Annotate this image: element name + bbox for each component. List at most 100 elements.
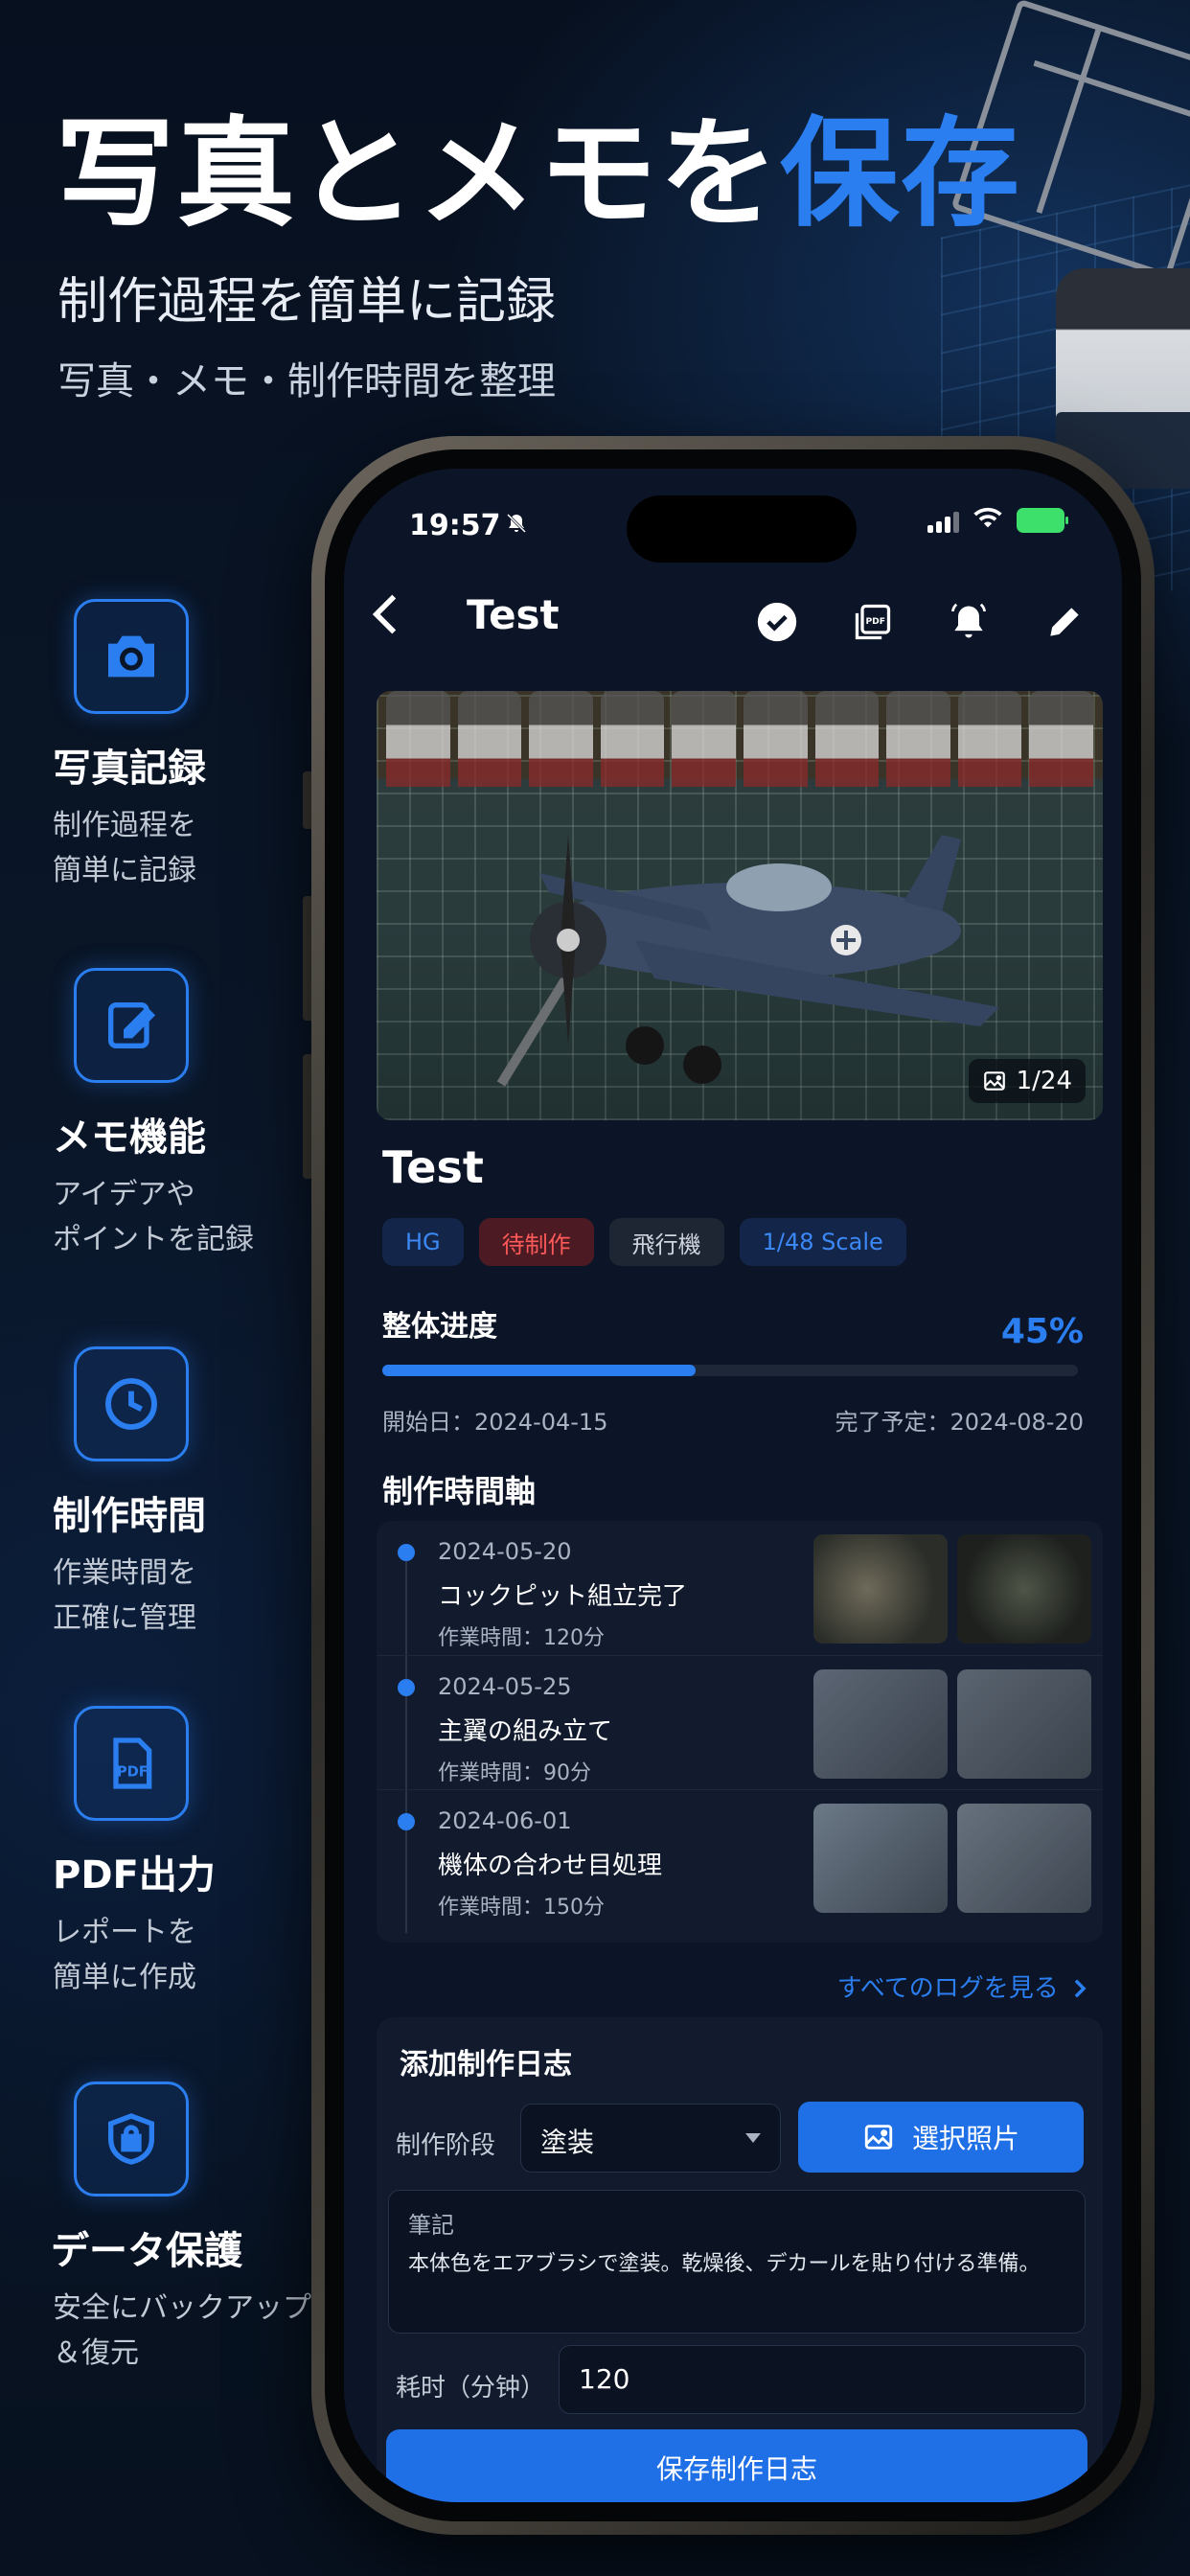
timeline-date: 2024-05-25 xyxy=(438,1673,572,1700)
feature-title: 写真記録 xyxy=(53,747,206,791)
timeline-thumbnail[interactable] xyxy=(813,1534,948,1644)
timeline-thumbnail[interactable] xyxy=(813,1804,948,1913)
dropdown-caret-icon xyxy=(745,2133,761,2143)
progress-label: 整体进度 xyxy=(382,1310,497,1344)
phone-bezel: 19:57 Test PDF 1/24 Test HG 待制作 飛行機 1/48… xyxy=(325,449,1141,2521)
feature-title: 制作時間 xyxy=(53,1494,206,1538)
stage-select-value: 塗装 xyxy=(540,2127,595,2158)
progress-percent: 45% xyxy=(1000,1312,1084,1351)
select-photo-label: 選択照片 xyxy=(911,2123,1019,2154)
silent-bell-icon xyxy=(505,511,528,542)
bell-reminder-icon[interactable] xyxy=(940,593,997,651)
chevron-right-icon xyxy=(1074,1979,1087,1998)
start-date: 開始日：2024-04-15 xyxy=(382,1409,608,1436)
timeline-dot xyxy=(398,1679,415,1696)
due-date: 完了予定：2024-08-20 xyxy=(835,1409,1084,1436)
feature-desc: アイデアや ポイントを記録 xyxy=(53,1178,254,1256)
stage-label: 制作阶段 xyxy=(396,2131,496,2160)
feature-title: PDF出力 xyxy=(53,1853,216,1898)
tag-status: 待制作 xyxy=(478,1218,594,1266)
timeline-thumbnail[interactable] xyxy=(957,1804,1091,1913)
feature-pdf: PDF PDF出力 レポートを 簡単に作成 xyxy=(53,1706,302,2000)
timeline-duration: 作業時間：90分 xyxy=(438,1761,591,1785)
feature-photo: 写真記録 制作過程を 簡単に記録 xyxy=(53,599,302,893)
feature-title: データ保護 xyxy=(51,2229,242,2273)
timeline-step: 機体の合わせ目処理 xyxy=(438,1852,663,1880)
timeline-step: 主翼の組み立て xyxy=(438,1717,613,1746)
timeline-thumbnail[interactable] xyxy=(957,1534,1091,1644)
hero-subtitle-secondary: 写真・メモ・制作時間を整理 xyxy=(57,359,556,403)
pencil-edit-icon[interactable] xyxy=(1036,593,1093,651)
feature-title: メモ機能 xyxy=(53,1116,206,1160)
photo-counter-text: 1/24 xyxy=(1016,1067,1072,1095)
photo-counter: 1/24 xyxy=(968,1059,1086,1103)
cellular-signal-icon xyxy=(927,508,959,533)
timeline-dot xyxy=(398,1813,415,1830)
feature-desc: レポートを 簡単に作成 xyxy=(53,1916,196,1994)
back-chevron-icon[interactable] xyxy=(371,591,400,649)
nav-bar: Test PDF xyxy=(344,564,1122,670)
feature-memo: メモ機能 アイデアや ポイントを記録 xyxy=(53,968,302,1262)
stage-select[interactable]: 塗装 xyxy=(520,2104,781,2173)
timeline-entry[interactable]: 2024-06-01 機体の合わせ目処理 作業時間：150分 xyxy=(377,1789,1103,1923)
timeline-entry[interactable]: 2024-05-25 主翼の組み立て 作業時間：90分 xyxy=(377,1655,1103,1789)
timeline-duration: 作業時間：150分 xyxy=(438,1896,605,1920)
note-textarea[interactable]: 筆記 本体色をエアブラシで塗装。乾燥後、デカールを貼り付ける準備。 xyxy=(388,2190,1086,2334)
select-photo-button[interactable]: 選択照片 xyxy=(798,2102,1084,2173)
see-all-logs-label: すべてのログを見る xyxy=(836,1974,1059,2003)
image-icon xyxy=(864,2125,893,2150)
feature-desc: 制作過程を 簡単に記録 xyxy=(53,809,196,887)
kit-title: Test xyxy=(382,1141,484,1193)
timeline-step: コックピット組立完了 xyxy=(438,1582,688,1611)
wifi-icon xyxy=(973,507,1003,534)
image-icon xyxy=(983,1071,1005,1091)
duration-label: 耗时（分钟） xyxy=(396,2374,546,2403)
form-title: 添加制作日志 xyxy=(400,2048,572,2082)
app-screen: 19:57 Test PDF 1/24 Test HG 待制作 飛行機 1/48… xyxy=(344,469,1122,2502)
feature-time: 制作時間 作業時間を 正確に管理 xyxy=(53,1346,302,1641)
tag-grade: HG xyxy=(382,1218,464,1266)
pdf-export-icon[interactable]: PDF xyxy=(844,593,902,651)
shield-lock-icon xyxy=(74,2082,189,2196)
check-circle-icon[interactable] xyxy=(748,593,806,651)
timeline-duration: 作業時間：120分 xyxy=(438,1626,605,1650)
timeline-thumbnail[interactable] xyxy=(957,1669,1091,1779)
dynamic-island xyxy=(627,495,857,563)
nav-actions: PDF xyxy=(748,593,1093,651)
see-all-logs-link[interactable]: すべてのログを見る xyxy=(837,1968,1087,2004)
hero-title-accent: 保存 xyxy=(780,105,1022,243)
feature-desc: 作業時間を 正確に管理 xyxy=(53,1556,196,1635)
battery-charging-icon xyxy=(1017,508,1068,533)
hero-title-main: 写真とメモを xyxy=(56,105,781,243)
camera-icon xyxy=(74,599,189,714)
duration-input[interactable]: 120 xyxy=(559,2345,1086,2414)
timeline-title: 制作時間軸 xyxy=(382,1473,537,1509)
progress-bar xyxy=(382,1365,1078,1376)
timeline-thumbnails xyxy=(813,1669,1091,1779)
status-indicators xyxy=(927,507,1068,534)
nav-title: Test xyxy=(467,591,560,638)
timeline-thumbnail[interactable] xyxy=(813,1669,948,1779)
timeline-dot xyxy=(398,1544,415,1561)
progress-bar-fill xyxy=(382,1365,696,1376)
hero-title: 写真とメモを保存 xyxy=(56,115,1021,234)
kit-tags: HG 待制作 飛行機 1/48 Scale xyxy=(382,1218,906,1266)
timeline-thumbnails xyxy=(813,1804,1091,1913)
svg-text:PDF: PDF xyxy=(865,616,885,627)
note-label: 筆記 xyxy=(408,2212,454,2239)
status-time: 19:57 xyxy=(409,509,501,542)
pdf-file-icon: PDF xyxy=(74,1706,189,1821)
feature-data-protect: データ保護 安全にバックアップ ＆復元 xyxy=(51,2082,321,2376)
note-text: 本体色をエアブラシで塗装。乾燥後、デカールを貼り付ける準備。 xyxy=(408,2252,1041,2276)
tag-scale: 1/48 Scale xyxy=(739,1218,906,1266)
kit-photo[interactable]: 1/24 xyxy=(377,691,1103,1120)
add-log-form: 添加制作日志 制作阶段 塗装 選択照片 筆記 本体色をエアブラシで塗装。乾燥後、… xyxy=(377,2017,1103,2502)
phone-frame: 19:57 Test PDF 1/24 Test HG 待制作 飛行機 1/48… xyxy=(311,436,1155,2535)
svg-text:PDF: PDF xyxy=(117,1763,149,1780)
timeline-list: 2024-05-20 コックピット組立完了 作業時間：120分 2024-05-… xyxy=(377,1521,1103,1943)
tag-category: 飛行機 xyxy=(608,1218,724,1266)
feature-desc: 安全にバックアップ ＆復元 xyxy=(53,2291,311,2370)
timeline-entry[interactable]: 2024-05-20 コックピット組立完了 作業時間：120分 xyxy=(377,1521,1103,1655)
photo-airplane-model xyxy=(496,835,999,1087)
save-log-button[interactable]: 保存制作日志 xyxy=(386,2429,1087,2502)
